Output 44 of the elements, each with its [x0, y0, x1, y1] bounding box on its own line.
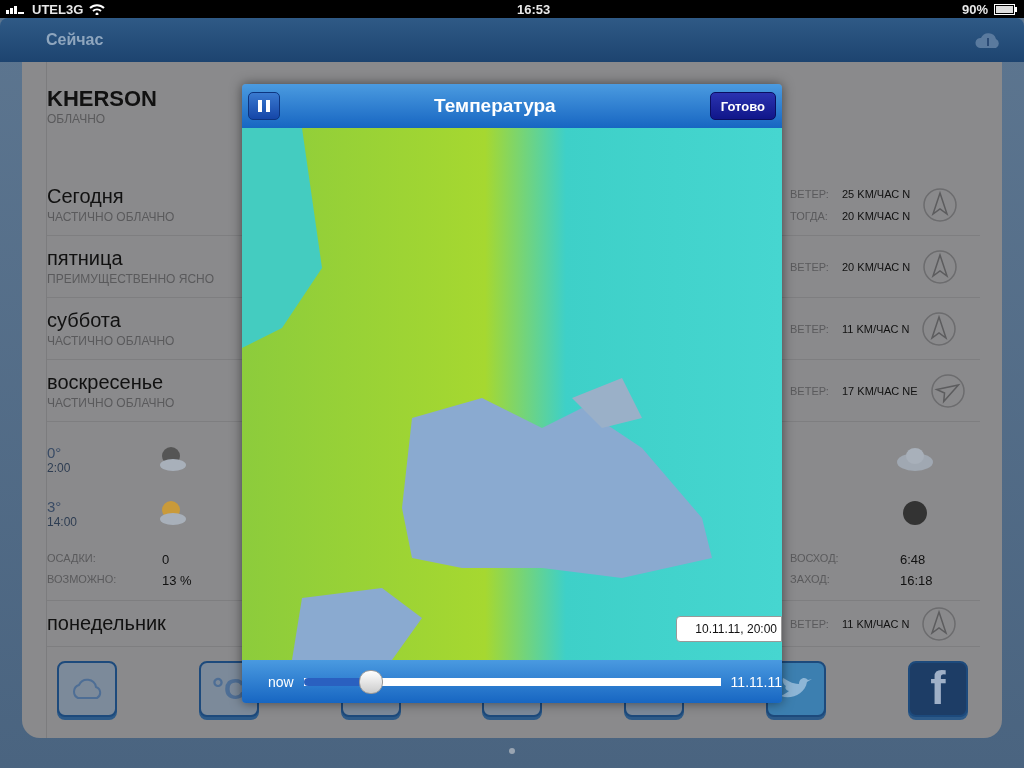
- hour-time: 14:00: [47, 514, 79, 529]
- page-indicator: [509, 748, 515, 754]
- header-title: Сейчас: [46, 31, 104, 49]
- battery-percent: 90%: [962, 1, 988, 17]
- day-name: понедельник: [47, 612, 167, 635]
- sun-time: 16:18: [900, 573, 934, 588]
- wind-value: 20 KM/ЧАС N: [842, 209, 911, 222]
- wind-value: 11 KM/ЧАС N: [842, 322, 910, 335]
- day-name: Сегодня: [47, 185, 125, 208]
- wind-value: 20 KM/ЧАС N: [842, 260, 911, 273]
- timeline-end: 11.11.11: [730, 673, 782, 690]
- day-name: пятница: [47, 247, 124, 270]
- wifi-icon: [89, 3, 106, 15]
- sun-cloud-icon: [157, 500, 187, 526]
- done-button[interactable]: Готово: [709, 92, 776, 120]
- hour-temperature: 0°: [47, 443, 63, 461]
- wind-value: 25 KM/ЧАС N: [842, 187, 911, 200]
- slider-thumb[interactable]: [359, 669, 384, 694]
- pause-icon: [258, 100, 270, 112]
- wind-value: 17 KM/ЧАС NE: [842, 384, 918, 397]
- map-timestamp: 10.11.11, 20:00: [676, 616, 782, 642]
- clock-time: 16:53: [517, 1, 551, 17]
- hour-time: 2:00: [47, 460, 72, 475]
- timeline-start: now: [268, 673, 294, 690]
- dialog-title: Температура: [433, 95, 557, 117]
- city-name: KHERSON: [47, 86, 157, 112]
- moon-icon: [902, 500, 928, 526]
- day-name: суббота: [47, 309, 122, 332]
- day-name: воскресенье: [47, 371, 165, 394]
- sun-time: 6:48: [900, 552, 927, 567]
- signal-icon: [6, 4, 26, 14]
- cloud-icon: [70, 678, 104, 700]
- weather-button[interactable]: [57, 661, 117, 717]
- pause-button[interactable]: [248, 92, 280, 120]
- moon-cloud-icon: [157, 446, 187, 472]
- cloud-icon: [895, 446, 935, 472]
- wind-value: 11 KM/ЧАС N: [842, 617, 910, 630]
- hour-temperature: 3°: [47, 497, 63, 515]
- precipitation-value: 0: [162, 552, 171, 567]
- battery-icon: [994, 3, 1018, 15]
- precipitation-value: 13 %: [162, 573, 192, 588]
- info-cloud-icon: [974, 31, 1002, 49]
- carrier-name: UTEL3G: [32, 1, 84, 17]
- facebook-button[interactable]: f: [907, 661, 968, 717]
